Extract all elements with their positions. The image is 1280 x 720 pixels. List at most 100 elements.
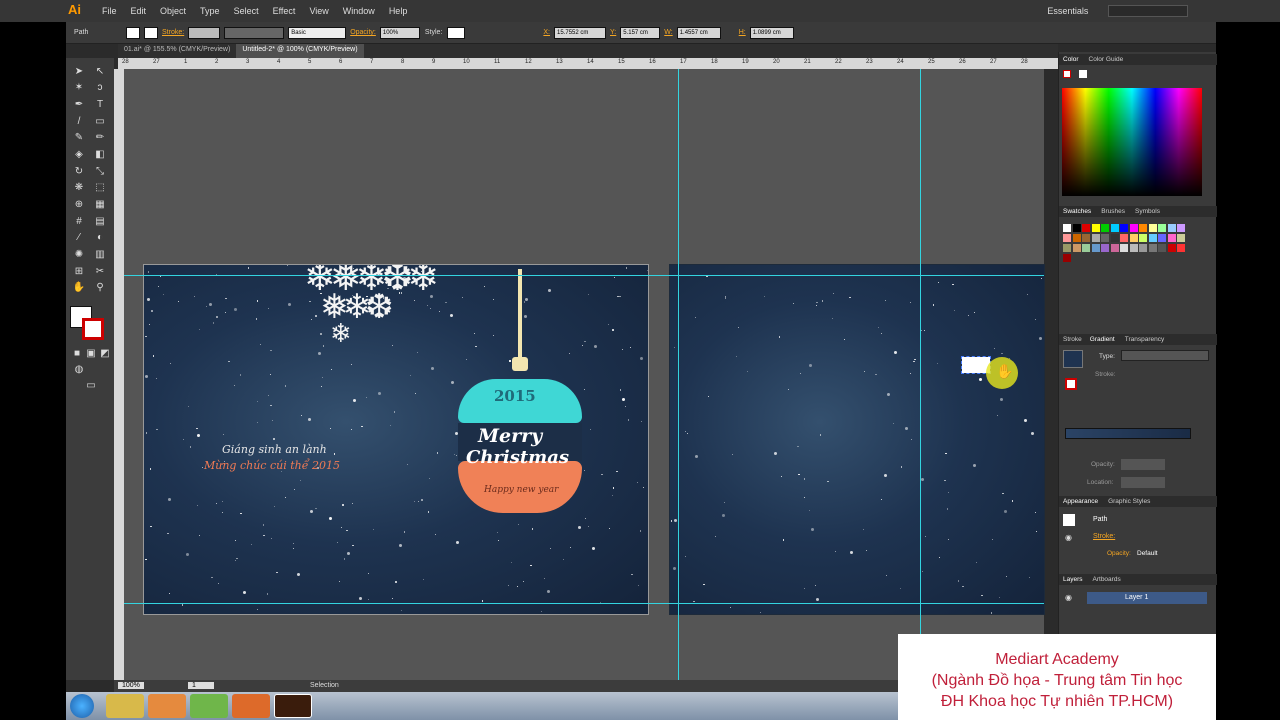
page-select[interactable]: 1: [188, 682, 214, 689]
swatch[interactable]: [1148, 244, 1157, 252]
swatch[interactable]: [1129, 224, 1138, 232]
color-tab[interactable]: Color: [1063, 56, 1079, 63]
free-transform-tool-icon[interactable]: ⬚: [93, 182, 107, 194]
h-label[interactable]: H:: [739, 29, 746, 36]
swatch[interactable]: [1063, 234, 1071, 242]
swatch[interactable]: [1072, 234, 1081, 242]
swatch[interactable]: [1148, 234, 1157, 242]
variable-width[interactable]: [224, 26, 285, 39]
pencil-tool-icon[interactable]: ✏: [93, 132, 107, 144]
layer-eye-icon[interactable]: ◉: [1065, 593, 1072, 602]
y-label[interactable]: Y:: [610, 29, 616, 36]
draw-mode-icon[interactable]: ◍: [72, 364, 86, 376]
graphic-styles-tab[interactable]: Graphic Styles: [1108, 498, 1150, 505]
symbol-sprayer-tool-icon[interactable]: ✺: [72, 249, 86, 261]
scale-tool-icon[interactable]: ⤡: [93, 166, 107, 178]
guide-horizontal-2[interactable]: [124, 603, 1044, 604]
opacity-field[interactable]: [1121, 459, 1165, 470]
swatch[interactable]: [1177, 244, 1185, 252]
swatch[interactable]: [1139, 234, 1147, 242]
artboard-tool-icon[interactable]: ⊞: [72, 266, 86, 278]
search-input[interactable]: [1108, 5, 1189, 17]
line-tool-icon[interactable]: /: [72, 116, 86, 128]
swatch[interactable]: [1091, 234, 1100, 242]
perspective-grid-tool-icon[interactable]: ▦: [93, 199, 107, 211]
color-mode-icon[interactable]: ■: [70, 348, 84, 360]
zoom-tool-icon[interactable]: ⚲: [93, 282, 107, 294]
swatch[interactable]: [1063, 244, 1071, 252]
swatch[interactable]: [1110, 244, 1119, 252]
swatch[interactable]: [1110, 224, 1119, 232]
menu-select[interactable]: Select: [234, 6, 259, 16]
swatch[interactable]: [1129, 234, 1138, 242]
menu-file[interactable]: File: [102, 6, 117, 16]
blob-brush-tool-icon[interactable]: ◈: [72, 149, 86, 161]
blend-tool-icon[interactable]: ◐: [93, 232, 107, 244]
gradient-mode-icon[interactable]: ▣: [84, 348, 98, 360]
menu-edit[interactable]: Edit: [131, 6, 147, 16]
stroke-label[interactable]: Stroke:: [162, 29, 184, 36]
swatch[interactable]: [1158, 224, 1166, 232]
h-input[interactable]: 1.0899 cm: [749, 26, 794, 39]
swatch[interactable]: [1082, 234, 1090, 242]
swatch[interactable]: [1167, 224, 1176, 232]
menu-object[interactable]: Object: [160, 6, 186, 16]
swatches-tab[interactable]: Swatches: [1063, 208, 1091, 215]
menu-effect[interactable]: Effect: [273, 6, 296, 16]
appearance-tab[interactable]: Appearance: [1063, 498, 1098, 505]
layer-name[interactable]: Layer 1: [1125, 594, 1148, 601]
w-label[interactable]: W:: [664, 29, 672, 36]
x-input[interactable]: 15.7552 cm: [554, 26, 607, 39]
canvas-area[interactable]: ❄❅❄❆❄ ❅❄❆ ❄ Giáng sinh an lành Mừng chúc…: [124, 69, 1045, 680]
gradient-type-select[interactable]: [1121, 350, 1209, 361]
swatch[interactable]: [1101, 234, 1109, 242]
appearance-opacity-label[interactable]: Opacity:: [1107, 550, 1131, 557]
swatch[interactable]: [1148, 224, 1157, 232]
eraser-tool-icon[interactable]: ◧: [93, 149, 107, 161]
gradient-preview[interactable]: [1063, 350, 1083, 368]
guide-horizontal-1[interactable]: [124, 275, 1044, 276]
chrome-icon[interactable]: [190, 694, 228, 718]
mesh-tool-icon[interactable]: #: [72, 216, 86, 228]
stroke-swatch[interactable]: [144, 26, 158, 39]
menu-help[interactable]: Help: [389, 6, 408, 16]
color-fill-none-icon[interactable]: [1063, 70, 1071, 78]
media-player-icon[interactable]: [148, 694, 186, 718]
swatch[interactable]: [1120, 244, 1128, 252]
swatch[interactable]: [1139, 224, 1147, 232]
appearance-stroke-label[interactable]: Stroke:: [1093, 533, 1115, 540]
swatch[interactable]: [1177, 234, 1185, 242]
lasso-tool-icon[interactable]: ↄ: [93, 82, 107, 94]
artboard-2[interactable]: ✋: [669, 264, 1045, 615]
explorer-icon[interactable]: [106, 694, 144, 718]
gradient-slider[interactable]: [1065, 428, 1191, 439]
color-spectrum[interactable]: [1062, 88, 1202, 196]
style-swatch[interactable]: [447, 26, 466, 39]
rectangle-tool-icon[interactable]: ▭: [93, 116, 107, 128]
gradient-fill-stroke-icon[interactable]: [1065, 378, 1077, 390]
artboards-tab[interactable]: Artboards: [1093, 576, 1121, 583]
paintbrush-tool-icon[interactable]: ✎: [72, 132, 86, 144]
swatch[interactable]: [1120, 234, 1128, 242]
menu-view[interactable]: View: [309, 6, 328, 16]
none-mode-icon[interactable]: ◩: [98, 348, 112, 360]
hand-tool-icon[interactable]: ✋: [72, 282, 86, 294]
graph-tool-icon[interactable]: ▥: [93, 249, 107, 261]
x-label[interactable]: X:: [543, 29, 550, 36]
start-button-icon[interactable]: [70, 694, 94, 718]
stroke-color-icon[interactable]: [82, 318, 104, 340]
swatch[interactable]: [1063, 254, 1071, 262]
gradient-tab[interactable]: Gradient: [1090, 336, 1115, 343]
horizontal-ruler[interactable]: 28 27 1 2 3 4 5 6 7 8 9 10 11 12 13 14 15 16 17 18 19 20 21 22 2…: [118, 58, 1058, 69]
eyedropper-tool-icon[interactable]: ⁄: [72, 232, 86, 244]
color-white-icon[interactable]: [1079, 70, 1087, 78]
swatch[interactable]: [1167, 234, 1176, 242]
fill-swatch[interactable]: [126, 26, 140, 39]
swatch[interactable]: [1072, 224, 1081, 232]
swatch[interactable]: [1167, 244, 1176, 252]
direct-selection-tool-icon[interactable]: ↖: [93, 66, 107, 78]
type-tool-icon[interactable]: T: [93, 99, 107, 111]
firefox-icon[interactable]: [232, 694, 270, 718]
visibility-eye-icon[interactable]: ◉: [1065, 533, 1072, 542]
warp-tool-icon[interactable]: ❋: [72, 182, 86, 194]
